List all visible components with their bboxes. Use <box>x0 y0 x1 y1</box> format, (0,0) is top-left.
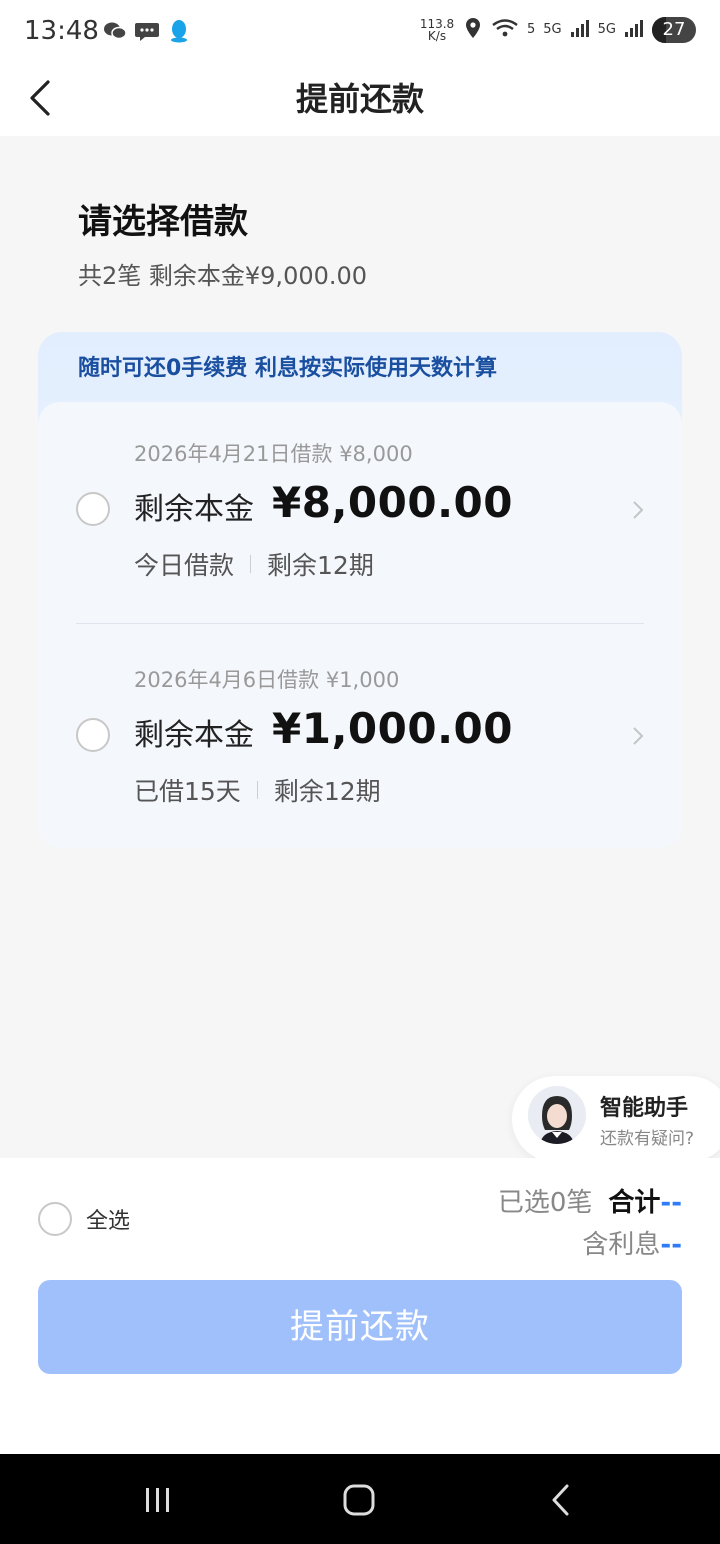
wifi-band: 5 <box>527 22 536 37</box>
loan-radio[interactable] <box>76 492 110 526</box>
loan-item[interactable]: 2026年4月6日借款 ¥1,000 剩余本金 ¥1,000.00 已借15天 … <box>38 628 682 828</box>
loan-item[interactable]: 2026年4月21日借款 ¥8,000 剩余本金 ¥8,000.00 今日借款 … <box>38 402 682 602</box>
home-icon <box>343 1484 375 1516</box>
loan-meta: 已借15天 剩余12期 <box>134 772 381 808</box>
meta-divider <box>250 555 252 573</box>
loan-list: 2026年4月21日借款 ¥8,000 剩余本金 ¥8,000.00 今日借款 … <box>38 402 682 848</box>
page-title: 提前还款 <box>295 80 424 118</box>
message-icon <box>134 18 160 44</box>
card-banner: 随时可还0手续费 利息按实际使用天数计算 <box>78 356 497 381</box>
status-right: 113.8 K/s 5 5G 5G 27 <box>419 16 696 43</box>
home-button[interactable] <box>339 1480 379 1520</box>
assistant-name: 智能助手 <box>600 1096 689 1121</box>
interest-value: -- <box>660 1230 682 1260</box>
wifi-icon <box>491 17 519 42</box>
net-speed: 113.8 K/s <box>419 16 455 43</box>
loan-amount: ¥1,000.00 <box>272 704 513 753</box>
signal-icon <box>570 17 590 42</box>
bottom-panel: 全选 已选0笔 合计 -- 含利息 -- 提前还款 <box>0 1158 720 1454</box>
status-time: 13:48 <box>24 16 99 46</box>
interest-label: 含利息 <box>582 1230 661 1260</box>
recent-apps-button[interactable] <box>138 1480 178 1520</box>
assistant-subtitle: 还款有疑问? <box>600 1129 695 1149</box>
selection-summary: 已选0笔 合计 -- <box>498 1182 682 1219</box>
total-label: 合计 <box>608 1188 661 1218</box>
wechat-icon <box>102 18 128 44</box>
prepay-button[interactable]: 提前还款 <box>38 1280 682 1374</box>
total-value: -- <box>660 1188 682 1218</box>
qq-icon <box>166 18 192 44</box>
status-bar: 13:48 113.8 K/s 5 5G 5G 27 <box>0 0 720 64</box>
select-all-radio[interactable] <box>38 1202 72 1236</box>
assistant-widget[interactable]: 智能助手 还款有疑问? <box>512 1076 720 1162</box>
back-icon <box>552 1484 569 1516</box>
chevron-right-icon <box>633 501 644 519</box>
system-nav-bar <box>0 1454 720 1544</box>
nav-bar: 提前还款 <box>0 64 720 136</box>
loan-card: 随时可还0手续费 利息按实际使用天数计算 2026年4月21日借款 ¥8,000… <box>38 332 682 848</box>
section-summary: 共2笔 剩余本金¥9,000.00 <box>78 262 368 290</box>
loan-radio[interactable] <box>76 718 110 752</box>
main-content: 请选择借款 共2笔 剩余本金¥9,000.00 随时可还0手续费 利息按实际使用… <box>0 136 720 1158</box>
assistant-avatar <box>528 1086 586 1144</box>
section-title: 请选择借款 <box>78 202 248 242</box>
loan-meta-left: 已借15天 <box>134 777 241 806</box>
notification-icons <box>102 18 192 44</box>
system-back-button[interactable] <box>542 1480 582 1520</box>
signal-label-1: 5G <box>543 22 562 37</box>
loan-amount: ¥8,000.00 <box>272 478 513 527</box>
loan-meta-right: 剩余12期 <box>267 551 374 580</box>
location-icon <box>463 16 483 43</box>
loan-meta: 今日借款 剩余12期 <box>134 546 374 582</box>
loan-divider <box>76 623 644 624</box>
loan-label: 剩余本金 <box>134 492 254 527</box>
loan-meta-left: 今日借款 <box>134 551 235 580</box>
selected-count: 已选0笔 <box>497 1188 593 1218</box>
signal-icon <box>624 17 644 42</box>
recent-apps-icon <box>146 1488 169 1512</box>
select-all-label: 全选 <box>86 1209 131 1234</box>
interest-summary: 含利息 -- <box>582 1224 682 1261</box>
loan-date: 2026年4月21日借款 ¥8,000 <box>134 442 413 466</box>
chevron-right-icon <box>633 727 644 745</box>
loan-label: 剩余本金 <box>134 718 254 753</box>
loan-meta-right: 剩余12期 <box>273 777 381 806</box>
signal-label-2: 5G <box>597 22 616 37</box>
loan-date: 2026年4月6日借款 ¥1,000 <box>134 668 400 692</box>
battery-indicator: 27 <box>652 16 696 43</box>
select-all[interactable]: 全选 <box>38 1202 130 1236</box>
meta-divider <box>256 781 258 799</box>
